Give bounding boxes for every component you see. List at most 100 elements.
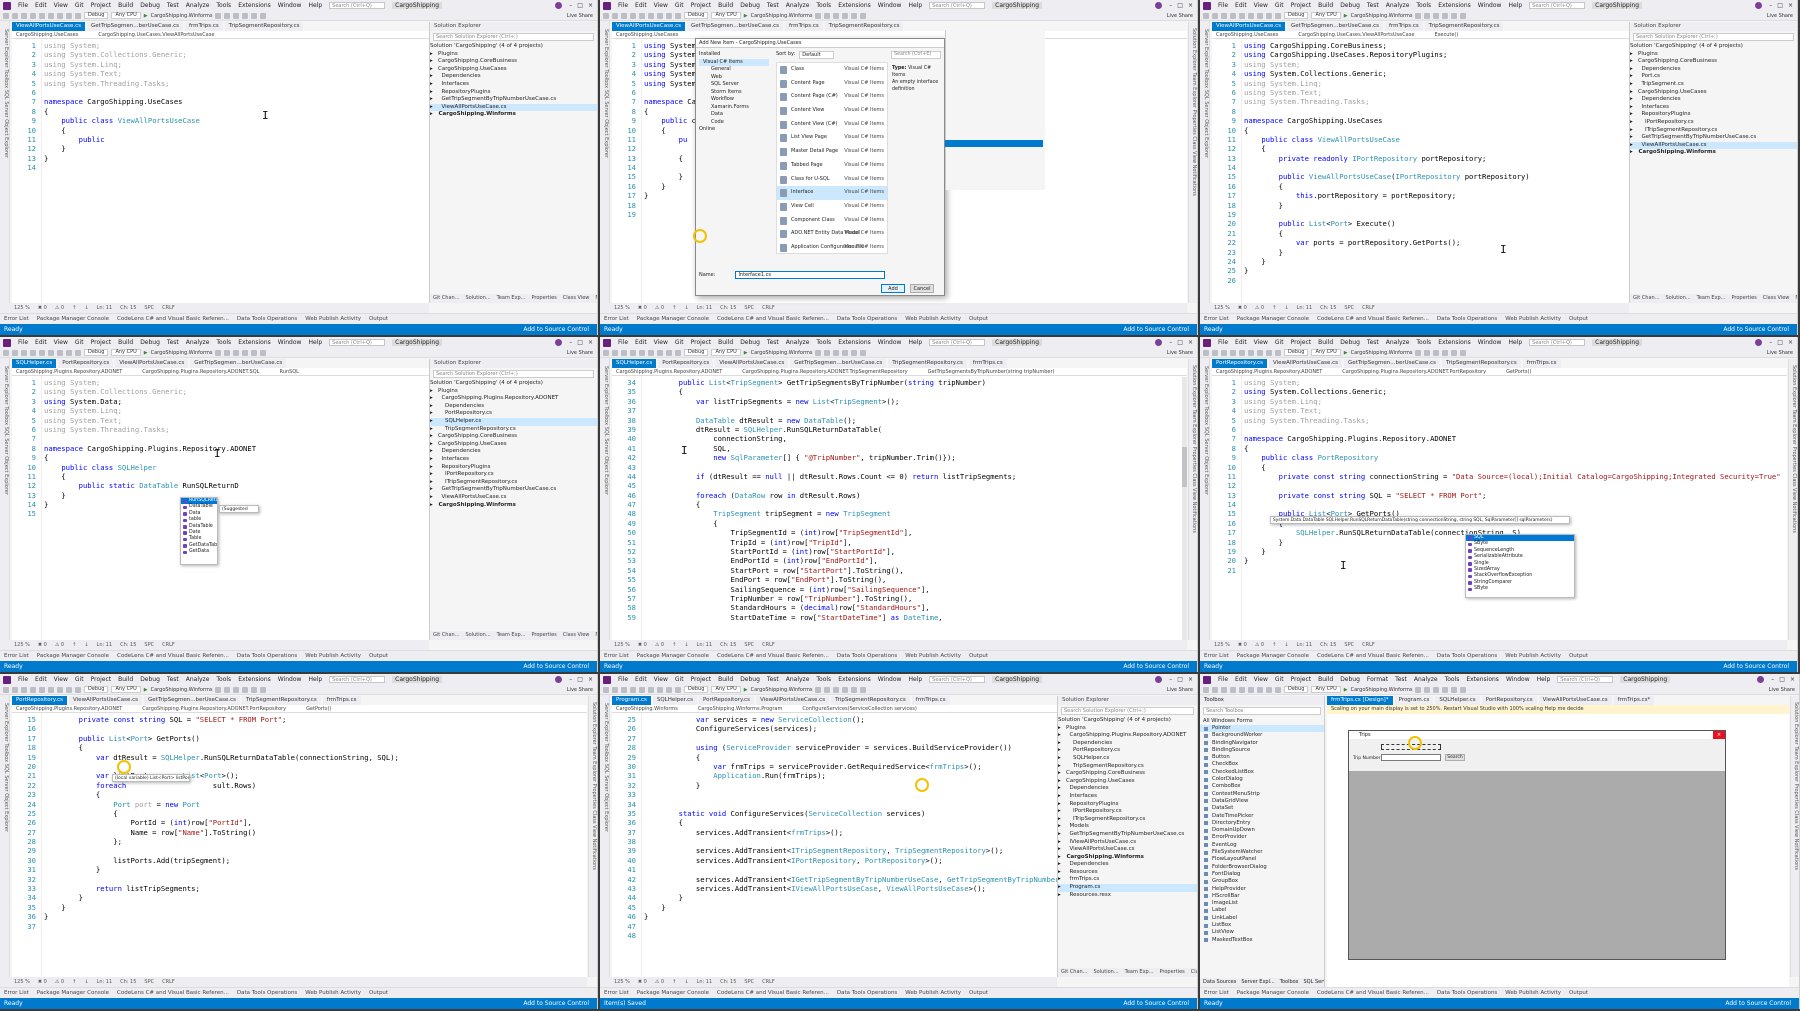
tree-item[interactable]: ▸ CargoShipping.Winforms [430, 111, 597, 119]
template-item[interactable]: Component Class Visual C# Items [777, 214, 887, 228]
document-tab[interactable]: PortRepository.cs [699, 696, 755, 705]
toolbar-button-icon[interactable] [860, 686, 867, 693]
bottom-tab[interactable]: Data Tools Operations [1437, 990, 1497, 996]
toolbar-button-icon[interactable] [1415, 12, 1422, 19]
toolbox-item[interactable]: HScrollBar [1200, 893, 1324, 900]
start-debugging-icon[interactable]: ▶ [744, 13, 748, 19]
menu-item-git[interactable]: Git [1275, 676, 1284, 683]
bottom-tab[interactable]: Output [369, 990, 388, 996]
search-button[interactable]: Search [1445, 754, 1465, 761]
toolbox-search-input[interactable]: Search Toolbox [1203, 707, 1321, 715]
nav-dropdown[interactable]: CargoShipping.Plugins.Repository.ADONET [16, 368, 122, 375]
toolbar-button-icon[interactable] [824, 12, 831, 19]
toolbar-button-icon[interactable] [1239, 686, 1245, 693]
menu-item-test[interactable]: Test [167, 676, 179, 683]
toolbar-button-icon[interactable] [824, 349, 831, 356]
menu-item-build[interactable]: Build [118, 676, 133, 683]
tree-item[interactable]: ▸ Plugins [430, 388, 597, 396]
menu-item-window[interactable]: Window [1478, 339, 1502, 346]
bottom-tab[interactable]: Output [369, 316, 388, 322]
toolbar-button-icon[interactable] [657, 12, 663, 19]
bottom-tab[interactable]: CodeLens C# and Visual Basic Referen... [717, 316, 829, 322]
document-tab[interactable]: frmTrips.cs [785, 22, 823, 31]
toolbar-button-icon[interactable] [1275, 349, 1281, 356]
menu-item-window[interactable]: Window [278, 676, 302, 683]
toolbox-item[interactable]: LinkLabel [1200, 915, 1324, 922]
form-close-icon[interactable]: × [1713, 731, 1725, 739]
search-input[interactable]: Search (Ctrl+Q) [929, 339, 986, 346]
menu-item-test[interactable]: Test [1395, 676, 1407, 683]
toolbar-button-icon[interactable] [233, 349, 240, 356]
trip-number-input[interactable] [1381, 754, 1441, 761]
tree-item[interactable]: Solution 'CargoShipping' (4 of 4 project… [430, 380, 597, 388]
search-input[interactable]: Search (Ctrl+Q) [1529, 339, 1586, 346]
toolbox-item[interactable]: FileSystemWatcher [1200, 849, 1324, 856]
bottom-tab[interactable]: CodeLens C# and Visual Basic Referen... [717, 990, 829, 996]
tree-item[interactable]: ▸ CargoShipping.Winforms [1058, 854, 1197, 862]
bottom-tab[interactable]: Data Tools Operations [237, 316, 297, 322]
tree-item[interactable]: ▸ CargoShipping.CoreBusiness [430, 433, 597, 441]
live-share-button[interactable]: Live Share [1167, 13, 1197, 19]
toolbar-button-icon[interactable] [66, 686, 72, 693]
document-tab[interactable]: ViewAllPortsUseCase.cs [612, 22, 686, 31]
completion-item[interactable]: SByte [1466, 586, 1574, 592]
live-share-button[interactable]: Live Share [1167, 687, 1197, 693]
template-item[interactable]: Tabbed Page Visual C# Items [777, 159, 887, 173]
menu-item-format[interactable]: Format [1367, 676, 1388, 683]
toolbar-button-icon[interactable] [242, 686, 249, 693]
footer-tab[interactable]: Team Exp... [497, 294, 526, 303]
toolbar-button-icon[interactable] [242, 349, 249, 356]
tree-item[interactable]: ▸ TripSegmentRepository.cs [430, 426, 597, 434]
nav-dropdown[interactable]: CargoShipping.Plugins.Repository.ADONET.… [742, 368, 907, 375]
toolbar-button-icon[interactable] [21, 12, 27, 19]
menu-item-test[interactable]: Test [1367, 2, 1379, 9]
menu-item-analyze[interactable]: Analyze [1386, 339, 1410, 346]
toolbar-button-icon[interactable] [1460, 12, 1467, 19]
tree-item[interactable]: ▸ CargoShipping.UseCases [1630, 89, 1797, 97]
toolbar-button-icon[interactable] [603, 349, 609, 356]
template-category[interactable]: Xamarin.Forms [699, 104, 769, 112]
tree-item[interactable]: ▸ Interfaces [430, 81, 597, 89]
menu-item-file[interactable]: File [618, 339, 628, 346]
document-tab[interactable]: frmTrips.cs* [1613, 696, 1655, 705]
toolbar-button-icon[interactable] [1424, 349, 1431, 356]
side-tool-windows[interactable]: Server Explorer Toolbox SQL Server Objec… [1200, 358, 1210, 650]
add-to-source-control-button[interactable]: Add to Source Control [1725, 1000, 1799, 1007]
solution-explorer-search[interactable]: Search Solution Explorer (Ctrl+;) [433, 370, 594, 378]
menu-item-analyze[interactable]: Analyze [186, 339, 210, 346]
menu-item-tools[interactable]: Tools [216, 676, 231, 683]
minimize-icon[interactable]: – [1769, 2, 1772, 9]
document-tab[interactable]: SQLHelper.cs [612, 359, 657, 368]
menu-item-tools[interactable]: Tools [216, 339, 231, 346]
menu-item-analyze[interactable]: Analyze [186, 676, 210, 683]
cancel-button[interactable]: Cancel [910, 284, 934, 293]
toolbar-button-icon[interactable] [1230, 12, 1236, 19]
toolbar-button-icon[interactable] [1451, 12, 1458, 19]
nav-dropdown[interactable]: CargoShipping.UseCases [1216, 31, 1278, 38]
toolbox-item[interactable]: ColorDialog [1200, 776, 1324, 783]
solution-explorer-search[interactable]: Search Solution Explorer (Ctrl+;) [1061, 707, 1194, 715]
bottom-tab[interactable]: Output [969, 653, 988, 659]
toolbar-button-icon[interactable] [48, 12, 54, 19]
menu-item-tools[interactable]: Tools [816, 676, 831, 683]
toolbar-button-icon[interactable] [1451, 349, 1458, 356]
tree-item[interactable]: ▸ Resources [1058, 869, 1197, 877]
document-tab[interactable]: ViewAllPortsUseCase.cs [756, 696, 830, 705]
live-share-button[interactable]: Live Share [1767, 13, 1797, 19]
menu-item-extensions[interactable]: Extensions [1438, 339, 1471, 346]
solution-explorer-search[interactable]: Search Solution Explorer (Ctrl+;) [433, 33, 594, 41]
tree-item[interactable]: ▸ Dependencies [1058, 740, 1197, 748]
toolbar-button-icon[interactable] [824, 686, 831, 693]
close-icon[interactable]: × [1188, 2, 1193, 9]
toolbox-item[interactable]: ListBox [1200, 922, 1324, 929]
toolbar-button-icon[interactable] [21, 686, 27, 693]
template-item[interactable]: Application Configuration File Visual C# … [777, 241, 887, 253]
bottom-tab[interactable]: CodeLens C# and Visual Basic Referen... [1317, 316, 1429, 322]
side-tool-windows[interactable]: Server Explorer Toolbox SQL Server Objec… [0, 358, 10, 650]
bottom-tab[interactable]: Web Publish Activity [1505, 990, 1561, 996]
template-item[interactable]: ADO.NET Entity Data Model Visual C# Items [777, 227, 887, 241]
template-category[interactable]: Web [699, 74, 769, 82]
close-icon[interactable]: × [1788, 339, 1793, 346]
start-debugging-icon[interactable]: ▶ [144, 350, 148, 356]
configuration-dropdown[interactable]: Debug [84, 349, 109, 356]
